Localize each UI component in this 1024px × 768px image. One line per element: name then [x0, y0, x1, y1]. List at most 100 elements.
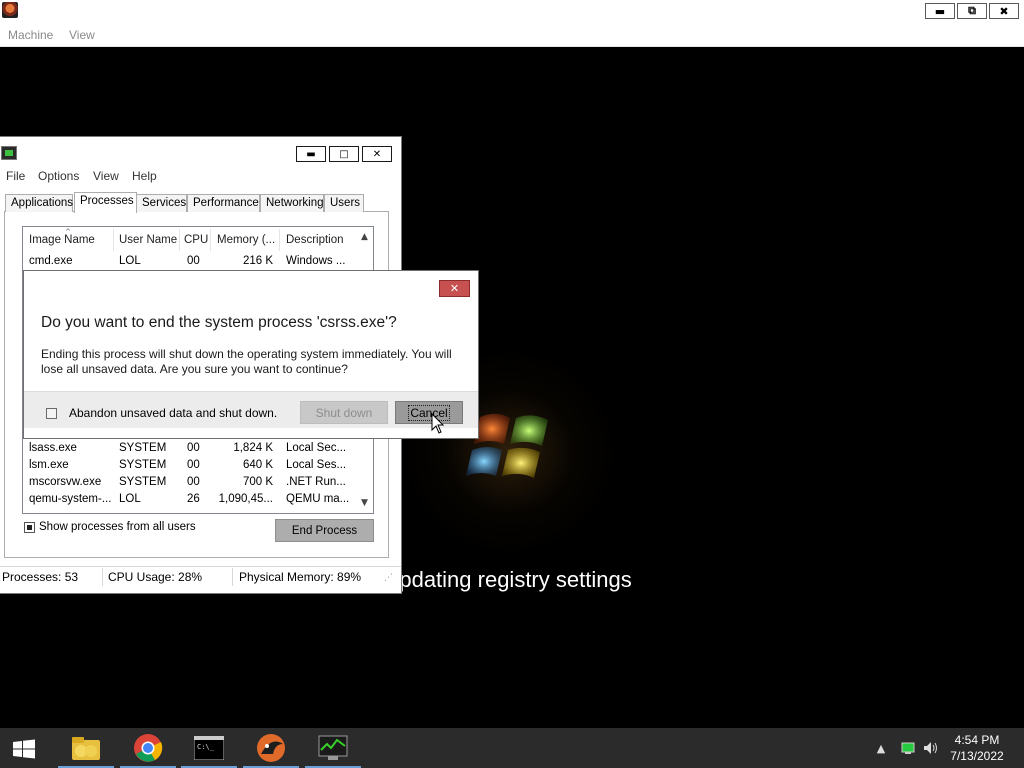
scroll-up-icon[interactable]: ▲ [356, 229, 373, 245]
checkbox-checked-icon[interactable] [24, 521, 35, 533]
tab-processes[interactable]: Processes [74, 192, 137, 213]
host-menubar: Machine View [0, 22, 1024, 47]
taskbar-explorer[interactable] [56, 728, 116, 768]
process-description: Local Ses... [286, 459, 347, 471]
volume-icon[interactable] [923, 740, 939, 756]
task-manager-icon [1, 146, 17, 160]
tab-networking[interactable]: Networking [260, 194, 324, 212]
tm-tab-strip: Applications Processes Services Performa… [5, 192, 395, 213]
process-user-name: SYSTEM [119, 442, 167, 454]
status-cpu-usage: CPU Usage: 28% [108, 570, 203, 584]
process-memory: 216 K [242, 255, 273, 267]
tm-minimize-button[interactable]: ▬ [296, 146, 326, 162]
status-processes: Processes: 53 [2, 570, 79, 584]
process-description: .NET Run... [286, 476, 346, 488]
show-hidden-icons-arrow[interactable]: ▲ [873, 740, 889, 756]
chrome-icon [134, 734, 163, 762]
host-close-button[interactable]: ✖ [989, 3, 1019, 19]
tm-maximize-button[interactable]: □ [329, 146, 359, 162]
tm-menu-view[interactable]: View [93, 169, 119, 183]
column-user-name[interactable]: User Name [119, 234, 177, 246]
column-divider[interactable] [179, 229, 180, 251]
column-divider[interactable] [210, 229, 211, 251]
column-divider[interactable] [279, 229, 280, 251]
process-memory: 640 K [242, 459, 273, 471]
process-description: Windows ... [286, 255, 346, 267]
status-divider [232, 568, 233, 586]
column-cpu[interactable]: CPU [184, 234, 208, 246]
abandon-data-label[interactable]: Abandon unsaved data and shut down. [69, 406, 277, 420]
abandon-data-checkbox[interactable] [46, 408, 57, 419]
show-all-users-label: Show processes from all users [39, 521, 196, 533]
process-user-name: SYSTEM [119, 476, 167, 488]
process-image-name: cmd.exe [29, 255, 73, 267]
process-row[interactable]: qemu-system-... LOL 26 1,090,45... QEMU … [23, 492, 355, 509]
taskbar: C:\_ ▲ 4:54 PM 7/13/2022 [0, 728, 1024, 768]
process-cpu: 00 [187, 442, 200, 454]
windows-explorer-icon [72, 737, 100, 760]
column-image-name[interactable]: Image Name [29, 234, 95, 246]
host-restore-button[interactable]: ⧉ [957, 3, 987, 19]
shut-down-button[interactable]: Shut down [300, 401, 388, 424]
process-row[interactable]: lsm.exe SYSTEM 00 640 K Local Ses... [23, 458, 355, 475]
column-description[interactable]: Description [286, 234, 344, 246]
taskbar-task-manager[interactable] [303, 728, 363, 768]
column-divider[interactable] [113, 229, 114, 251]
tab-users[interactable]: Users [324, 194, 364, 212]
process-description: QEMU ma... [286, 493, 350, 505]
network-icon[interactable] [900, 740, 916, 756]
end-process-dialog: ✕ Do you want to end the system process … [23, 270, 479, 439]
taskbar-qemu[interactable] [241, 728, 301, 768]
resize-grip-icon[interactable]: ⋰ [384, 573, 393, 583]
dialog-close-button[interactable]: ✕ [439, 280, 470, 297]
cancel-button[interactable]: Cancel [395, 401, 463, 424]
clock-date: 7/13/2022 [950, 749, 1004, 763]
column-memory[interactable]: Memory (... [217, 234, 275, 246]
task-manager-icon [318, 735, 348, 760]
process-user-name: LOL [119, 493, 141, 505]
status-divider [102, 568, 103, 586]
dialog-body-text: Ending this process will shut down the o… [41, 347, 452, 376]
taskbar-cmd[interactable]: C:\_ [179, 728, 239, 768]
process-cpu: 26 [187, 493, 200, 505]
tm-menu-options[interactable]: Options [38, 169, 79, 183]
host-menu-machine[interactable]: Machine [8, 28, 53, 42]
process-cpu: 00 [187, 459, 200, 471]
tm-status-bar: Processes: 53 CPU Usage: 28% Physical Me… [0, 566, 401, 586]
svg-text:C:\_: C:\_ [197, 743, 215, 751]
mouse-cursor-icon [431, 413, 445, 434]
process-row[interactable]: mscorsvw.exe SYSTEM 00 700 K .NET Run... [23, 475, 355, 492]
qemu-app-icon [2, 2, 18, 18]
process-user-name: SYSTEM [119, 459, 167, 471]
process-cpu: 00 [187, 476, 200, 488]
dialog-heading: Do you want to end the system process 'c… [41, 314, 397, 331]
tab-applications[interactable]: Applications [5, 194, 73, 212]
tab-services[interactable]: Services [136, 194, 187, 212]
process-row[interactable]: lsass.exe SYSTEM 00 1,824 K Local Sec... [23, 441, 355, 458]
clock-time: 4:54 PM [954, 733, 1000, 747]
process-image-name: qemu-system-... [29, 493, 112, 505]
end-process-button[interactable]: End Process [275, 519, 374, 542]
show-all-users-checkbox[interactable]: Show processes from all users [24, 520, 196, 534]
taskbar-clock[interactable]: 4:54 PM 7/13/2022 [942, 732, 1012, 764]
tab-performance[interactable]: Performance [187, 194, 260, 212]
process-memory: 1,090,45... [218, 493, 273, 505]
tm-menu-help[interactable]: Help [132, 169, 157, 183]
process-user-name: LOL [119, 255, 141, 267]
process-image-name: lsm.exe [29, 459, 69, 471]
qemu-icon [257, 734, 285, 762]
host-minimize-button[interactable]: ▬ [925, 3, 955, 19]
boot-status-text: s updating registry settings [370, 567, 632, 592]
host-titlebar: ▬ ⧉ ✖ [0, 0, 1024, 22]
process-image-name: lsass.exe [29, 442, 77, 454]
tm-close-button[interactable]: ✕ [362, 146, 392, 162]
process-cpu: 00 [187, 255, 200, 267]
start-button-windows-icon[interactable] [12, 739, 36, 759]
scroll-down-icon[interactable]: ▼ [356, 495, 373, 511]
process-memory: 1,824 K [233, 442, 273, 454]
tm-menu-file[interactable]: File [6, 169, 25, 183]
process-row[interactable]: cmd.exe LOL 00 216 K Windows ... [23, 254, 355, 271]
cmd-icon: C:\_ [194, 736, 224, 760]
host-menu-view[interactable]: View [69, 28, 95, 42]
taskbar-chrome[interactable] [118, 728, 178, 768]
